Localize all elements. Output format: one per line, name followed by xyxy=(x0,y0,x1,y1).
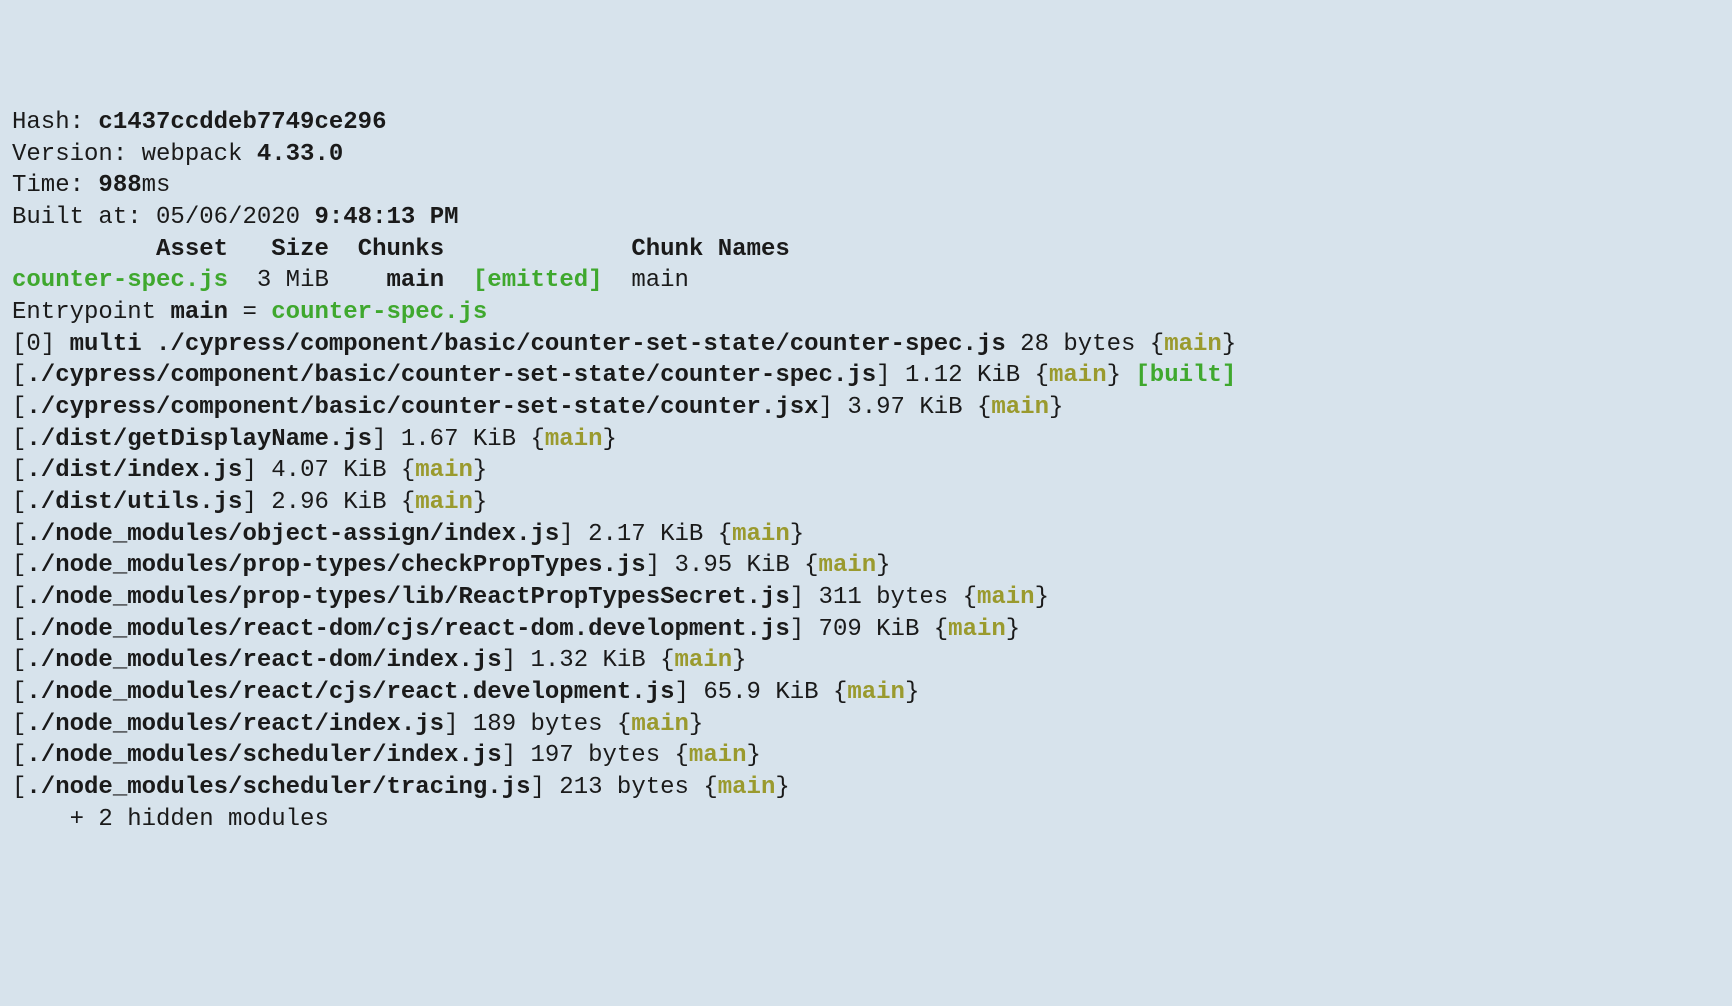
col-size: Size xyxy=(271,236,329,263)
module-row: [0] multi ./cypress/component/basic/coun… xyxy=(12,331,1236,358)
version-num: 4.33.0 xyxy=(257,141,343,168)
module-row: [./node_modules/react-dom/index.js] 1.32… xyxy=(12,647,747,674)
terminal-output: Hash: c1437ccddeb7749ce296 Version: webp… xyxy=(12,107,1720,835)
module-row: [./dist/index.js] 4.07 KiB {main} xyxy=(12,457,487,484)
module-row: [./node_modules/react-dom/cjs/react-dom.… xyxy=(12,616,1020,643)
module-row: [./cypress/component/basic/counter-set-s… xyxy=(12,394,1063,421)
col-chunk-names: Chunk Names xyxy=(631,236,789,263)
built-time: 9:48:13 PM xyxy=(314,204,458,231)
entry-file: counter-spec.js xyxy=(271,299,487,326)
module-row: [./node_modules/react/index.js] 189 byte… xyxy=(12,711,703,738)
time-num: 988 xyxy=(98,172,141,199)
entry-name: main xyxy=(170,299,228,326)
asset-size: 3 MiB xyxy=(257,267,329,294)
asset-chunk: main xyxy=(386,267,444,294)
module-list: [0] multi ./cypress/component/basic/coun… xyxy=(12,331,1236,801)
built-date: 05/06/2020 xyxy=(156,204,314,231)
module-row: [./node_modules/react/cjs/react.developm… xyxy=(12,679,919,706)
col-asset: Asset xyxy=(156,236,228,263)
version-label: Version: xyxy=(12,141,142,168)
time-label: Time: xyxy=(12,172,98,199)
entry-eq: = xyxy=(228,299,271,326)
col-chunks: Chunks xyxy=(358,236,444,263)
module-row: [./cypress/component/basic/counter-set-s… xyxy=(12,362,1236,389)
module-row: [./node_modules/object-assign/index.js] … xyxy=(12,521,804,548)
asset-chunk-name: main xyxy=(631,267,689,294)
hash-label: Hash: xyxy=(12,109,98,136)
module-row: [./node_modules/prop-types/checkPropType… xyxy=(12,552,891,579)
module-row: [./node_modules/scheduler/index.js] 197 … xyxy=(12,742,761,769)
asset-name: counter-spec.js xyxy=(12,267,228,294)
module-row: [./node_modules/scheduler/tracing.js] 21… xyxy=(12,774,790,801)
module-row: [./dist/utils.js] 2.96 KiB {main} xyxy=(12,489,487,516)
hash-value: c1437ccddeb7749ce296 xyxy=(98,109,386,136)
asset-emitted: [emitted] xyxy=(473,267,603,294)
hidden-modules: + 2 hidden modules xyxy=(12,806,329,833)
version-text: webpack xyxy=(142,141,257,168)
module-row: [./dist/getDisplayName.js] 1.67 KiB {mai… xyxy=(12,426,617,453)
built-label: Built at: xyxy=(12,204,156,231)
module-row: [./node_modules/prop-types/lib/ReactProp… xyxy=(12,584,1049,611)
time-unit: ms xyxy=(142,172,171,199)
entry-label: Entrypoint xyxy=(12,299,170,326)
